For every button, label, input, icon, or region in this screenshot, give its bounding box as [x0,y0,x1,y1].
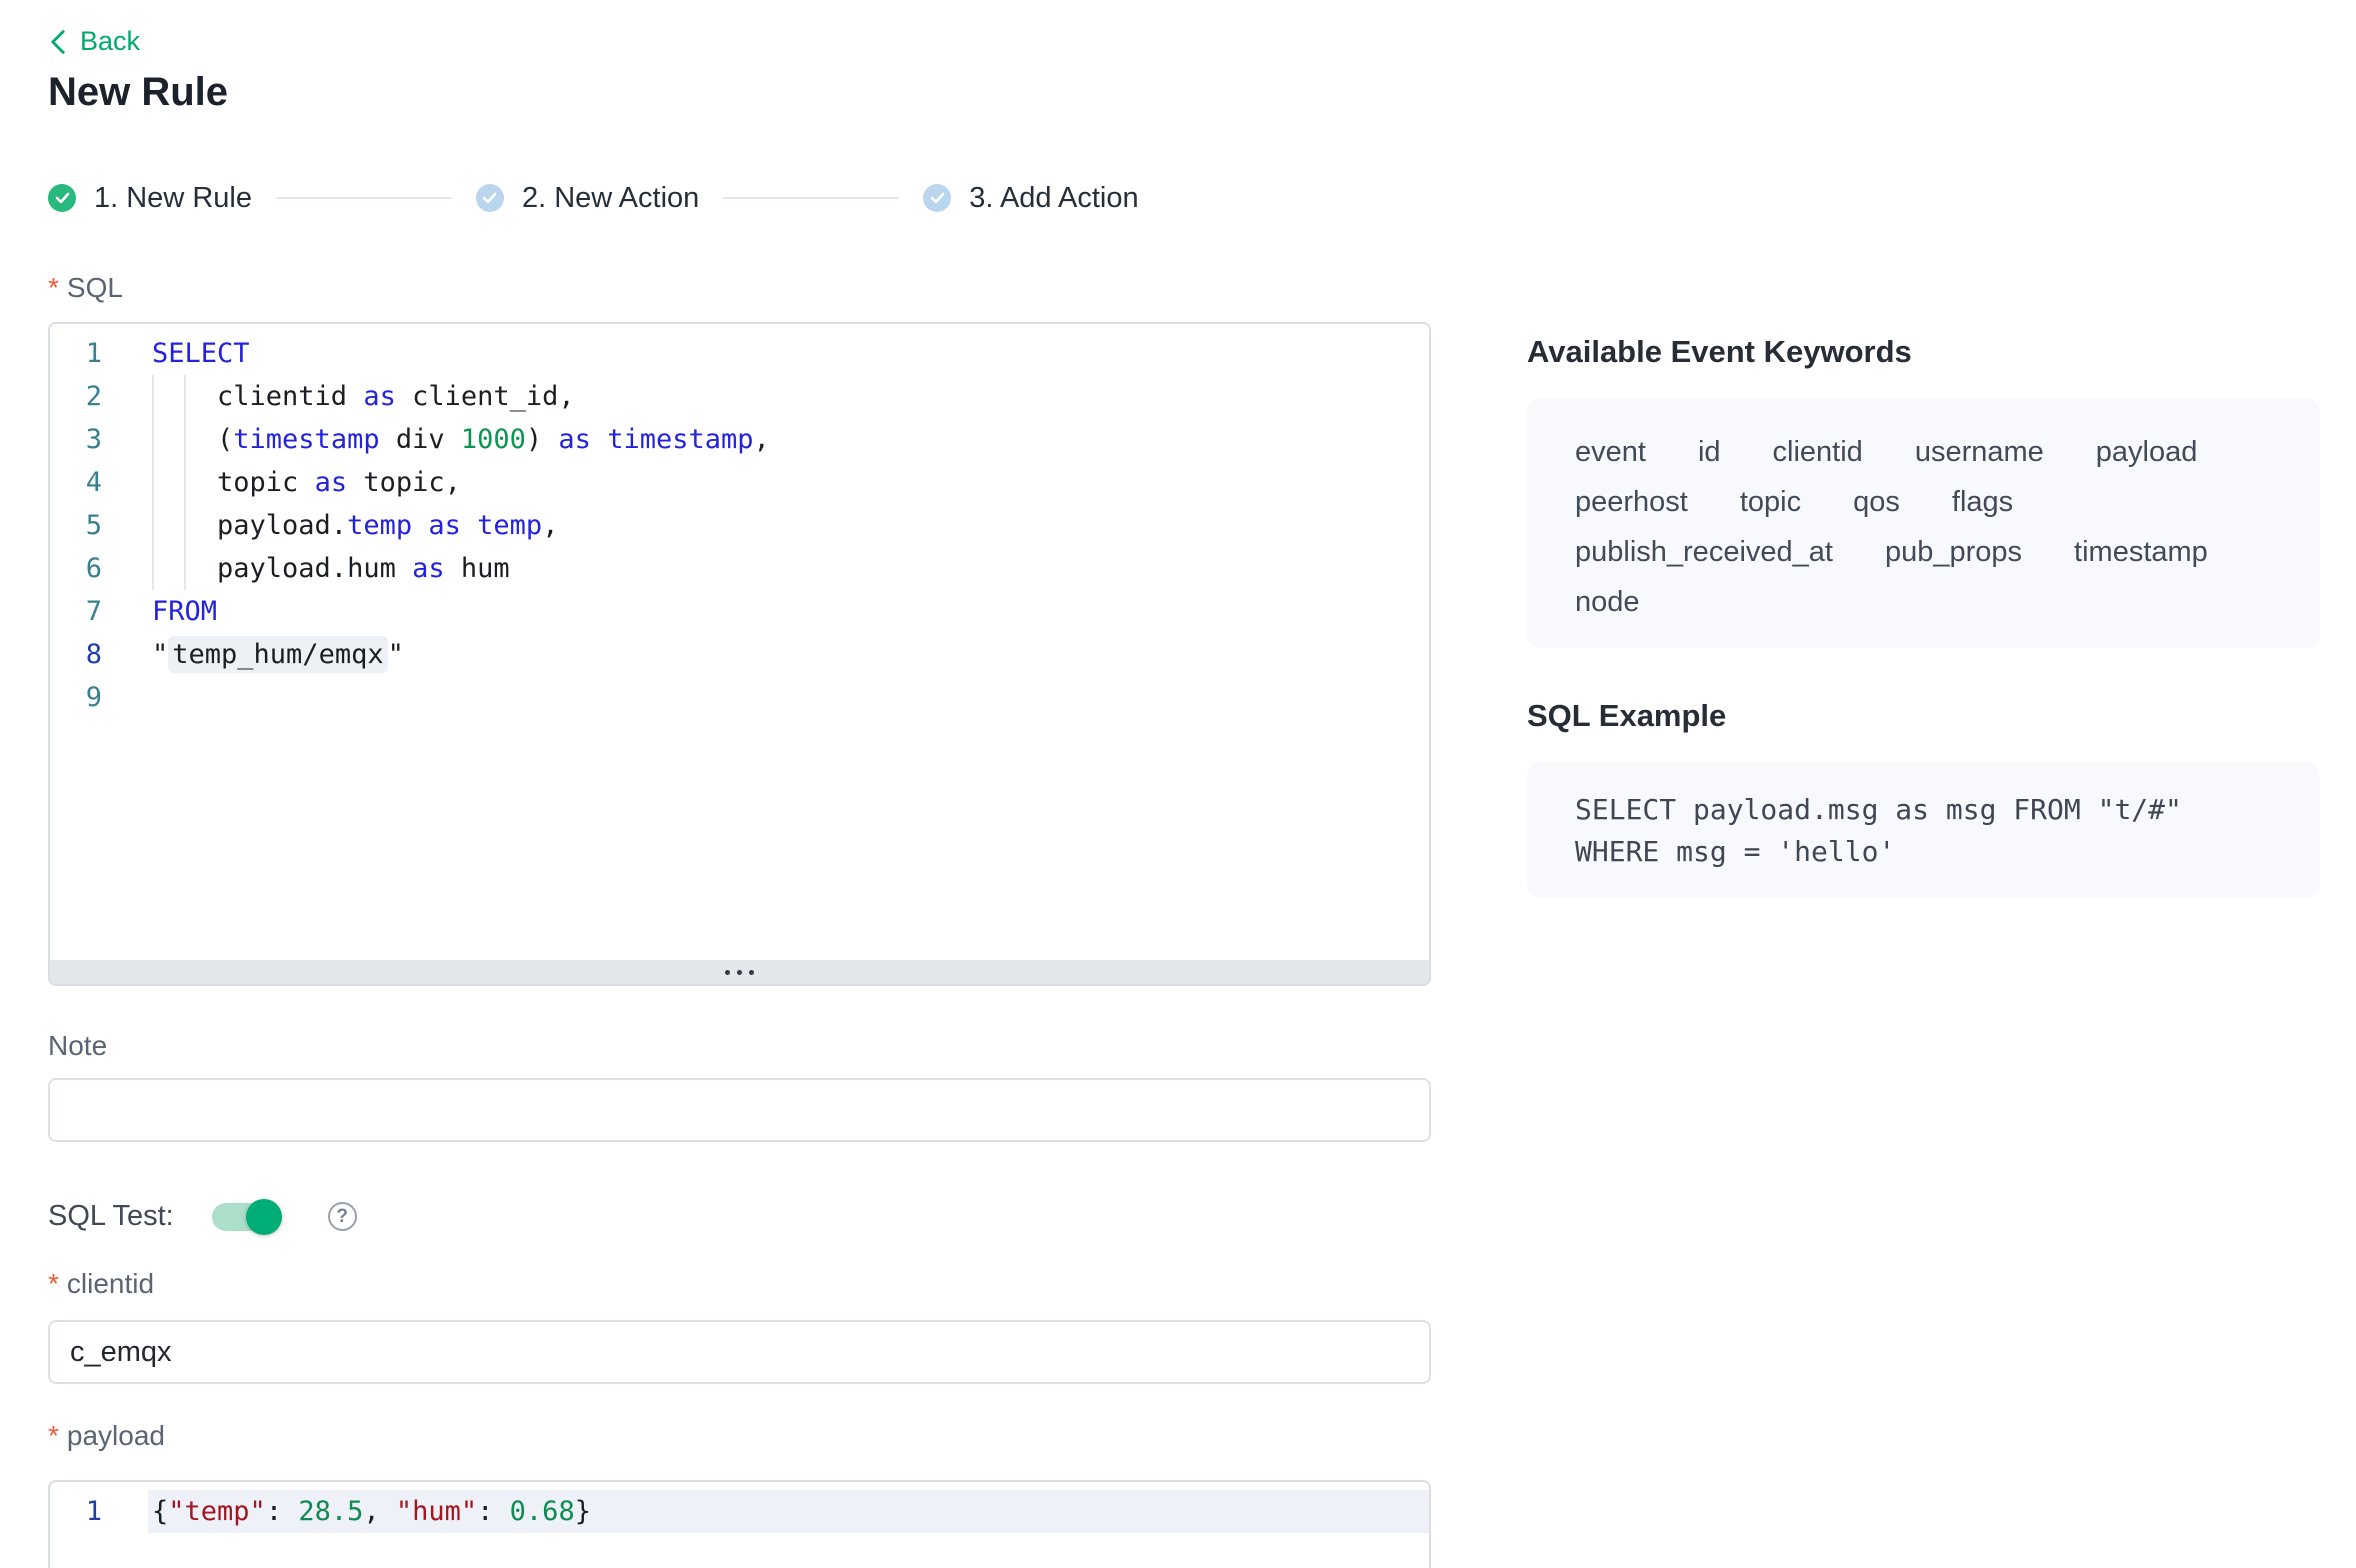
code-content: clientid as client_id, [152,375,575,418]
back-label: Back [80,26,140,57]
line-number: 5 [50,504,102,547]
payload-code-editor[interactable]: 1 {"temp": 28.5, "hum": 0.68} [48,1480,1431,1568]
drag-dot [749,970,754,975]
step-3: 3. Add Action [923,182,1138,215]
event-keywords-card: event id clientid username payload peerhost to… [1527,398,2320,648]
sql-code-editor[interactable]: 1SELECT2 clientid as client_id,3 (timest… [48,322,1431,986]
code-content: {"temp": 28.5, "hum": 0.68} [152,1490,591,1533]
clientid-field-label: * clientid [48,1268,154,1300]
sql-example-line: WHERE msg = 'hello' [1575,831,2272,873]
check-circle-icon [48,184,76,212]
step-3-label: 3. Add Action [969,182,1138,215]
payload-editor-body[interactable]: 1 {"temp": 28.5, "hum": 0.68} [50,1482,1429,1568]
line-number: 1 [50,1490,102,1533]
line-number: 1 [50,332,102,375]
code-line[interactable]: 2 clientid as client_id, [50,375,1429,418]
code-content: "temp_hum/emqx" [152,633,404,676]
event-keyword: id [1698,436,1721,469]
line-number: 8 [50,633,102,676]
event-keyword: username [1915,436,2044,469]
page-title: New Rule [48,70,228,115]
event-keyword: timestamp [2074,536,2208,569]
note-field-label: Note [48,1030,107,1062]
step-connector [723,197,899,199]
code-line[interactable]: 7 FROM [50,590,1429,633]
code-line[interactable]: 9 [50,676,1429,719]
sql-test-label: SQL Test: [48,1200,174,1233]
event-keyword: pub_props [1885,536,2022,569]
code-line[interactable]: 1 SELECT [50,332,1429,375]
drag-dot [737,970,742,975]
line-number: 3 [50,418,102,461]
editor-resize-handle[interactable] [50,960,1429,984]
step-connector [276,197,452,199]
toggle-knob-icon [246,1199,282,1235]
clientid-input[interactable] [48,1320,1431,1384]
code-content: payload.hum as hum [152,547,510,590]
code-line[interactable]: 5 payload.temp as temp, [50,504,1429,547]
step-2: 2. New Action [476,182,699,215]
event-keyword: event [1575,436,1646,469]
event-keyword: flags [1952,486,2013,519]
event-keyword: clientid [1773,436,1863,469]
payload-field-label: * payload [48,1420,165,1452]
sql-example-line: SELECT payload.msg as msg FROM "t/#" [1575,789,2272,831]
event-keywords-title: Available Event Keywords [1527,334,1912,370]
event-keyword: topic [1740,486,1801,519]
code-content: FROM [152,590,217,633]
code-line[interactable]: 6 payload.hum as hum [50,547,1429,590]
sql-example-card: SELECT payload.msg as msg FROM "t/#"WHER… [1527,762,2320,898]
line-number: 6 [50,547,102,590]
note-input[interactable] [48,1078,1431,1142]
line-number: 4 [50,461,102,504]
help-icon[interactable]: ? [328,1202,357,1231]
required-marker: * [48,1268,59,1300]
code-content: SELECT [152,332,250,375]
steps-indicator: 1. New Rule 2. New Action 3. Add Action [48,184,1139,212]
step-1: 1. New Rule [48,182,252,215]
code-content: topic as topic, [152,461,461,504]
event-keyword: qos [1853,486,1900,519]
code-line[interactable]: 1 {"temp": 28.5, "hum": 0.68} [50,1490,1429,1533]
event-keyword: node [1575,586,1640,619]
code-content: (timestamp div 1000) as timestamp, [152,418,770,461]
event-keyword: peerhost [1575,486,1688,519]
drag-dot [725,970,730,975]
chevron-left-icon [48,29,68,55]
line-number: 9 [50,676,102,719]
sql-editor-body[interactable]: 1SELECT2 clientid as client_id,3 (timest… [50,324,1429,984]
sql-example-title: SQL Example [1527,698,1726,734]
step-2-label: 2. New Action [522,182,699,215]
required-marker: * [48,1420,59,1452]
back-link[interactable]: Back [48,26,140,57]
event-keyword: publish_received_at [1575,536,1833,569]
sql-test-row: SQL Test: ? [48,1200,357,1233]
line-number: 2 [50,375,102,418]
required-marker: * [48,272,59,304]
sql-field-label: * SQL [48,272,123,304]
step-1-label: 1. New Rule [94,182,252,215]
code-line[interactable]: 8 "temp_hum/emqx" [50,633,1429,676]
line-number: 7 [50,590,102,633]
code-content: payload.temp as temp, [152,504,558,547]
event-keyword: payload [2096,436,2198,469]
code-line[interactable]: 3 (timestamp div 1000) as timestamp, [50,418,1429,461]
code-line[interactable]: 4 topic as topic, [50,461,1429,504]
event-keywords-list: event id clientid username payload peerhost to… [1575,436,2272,619]
sql-test-toggle[interactable] [212,1203,280,1231]
check-circle-icon [923,184,951,212]
check-circle-icon [476,184,504,212]
